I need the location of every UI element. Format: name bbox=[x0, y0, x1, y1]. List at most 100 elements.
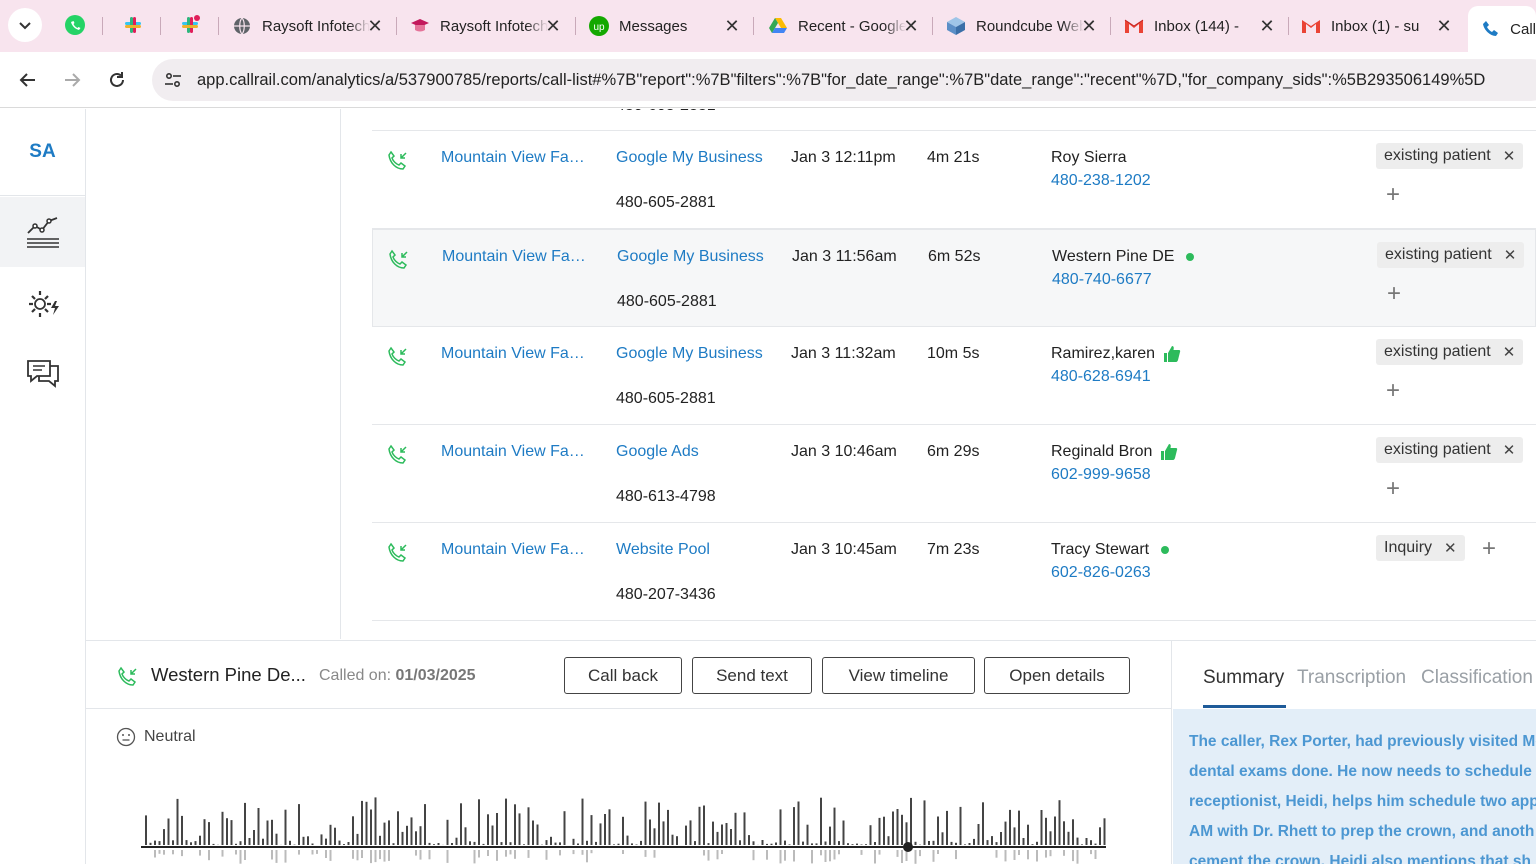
tag-chip: existing patient ✕ bbox=[1377, 242, 1525, 268]
close-icon[interactable]: ✕ bbox=[544, 16, 562, 37]
tab-search-button[interactable] bbox=[8, 8, 42, 42]
called-on-date: 01/03/2025 bbox=[395, 667, 476, 684]
source-link[interactable]: Google Ads bbox=[616, 443, 699, 461]
company-link[interactable]: Mountain View Family Dental bbox=[441, 345, 591, 363]
site-info-icon[interactable] bbox=[161, 68, 185, 92]
source-link[interactable]: Google My Business bbox=[616, 149, 763, 167]
waveform-bar bbox=[1090, 840, 1092, 845]
back-button[interactable] bbox=[12, 64, 44, 96]
remove-tag-icon[interactable]: ✕ bbox=[1444, 539, 1457, 557]
tab-gmail-1[interactable]: Inbox (144) - ✕ bbox=[1124, 8, 1276, 44]
waveform-bar bbox=[424, 804, 426, 845]
account-initials[interactable]: SA bbox=[0, 141, 85, 163]
waveform-bar bbox=[478, 799, 480, 845]
add-tag-button[interactable]: + bbox=[1387, 282, 1401, 306]
waveform-bar bbox=[635, 844, 638, 845]
tab-title: Raysoft Infotech bbox=[440, 17, 548, 35]
waveform-bar bbox=[334, 827, 336, 845]
sidebar-item-analytics[interactable] bbox=[0, 197, 85, 267]
settings-icon bbox=[28, 291, 59, 317]
table-row[interactable]: Mountain View Family Dental Google Ads 4… bbox=[372, 425, 1536, 523]
add-tag-button[interactable]: + bbox=[1386, 183, 1400, 207]
address-bar[interactable]: app.callrail.com/analytics/a/537900785/r… bbox=[152, 59, 1536, 101]
tab-callrail-active[interactable]: Call bbox=[1468, 6, 1536, 52]
pinned-tab-slack-2[interactable] bbox=[174, 9, 206, 41]
waveform-bar bbox=[649, 819, 651, 845]
company-link[interactable]: Mountain View Family Dental bbox=[441, 149, 591, 167]
source-link[interactable]: Website Pool bbox=[616, 541, 710, 559]
tab-raysoft-1[interactable]: Raysoft Infotech ✕ bbox=[232, 8, 384, 44]
reload-button[interactable] bbox=[101, 64, 133, 96]
tab-messages[interactable]: up Messages ✕ bbox=[589, 8, 741, 44]
waveform-bar bbox=[1013, 827, 1016, 845]
caller-phone-link[interactable]: 480-628-6941 bbox=[1051, 368, 1151, 386]
company-link[interactable]: Mountain View Family Dental bbox=[441, 541, 591, 559]
view-timeline-button[interactable]: View timeline bbox=[822, 657, 975, 694]
caller-phone-link[interactable]: 480-740-6677 bbox=[1052, 271, 1152, 289]
waveform-bar bbox=[167, 818, 170, 845]
remove-tag-icon[interactable]: ✕ bbox=[1503, 343, 1516, 361]
audio-waveform[interactable] bbox=[141, 779, 1121, 864]
sidebar-item-settings[interactable] bbox=[0, 269, 85, 339]
add-tag-button[interactable]: + bbox=[1386, 379, 1400, 403]
close-icon[interactable]: ✕ bbox=[1258, 16, 1276, 37]
waveform-bar bbox=[460, 803, 462, 845]
waveform-bar bbox=[275, 850, 278, 863]
table-row[interactable]: Mountain View Family Dental Google My Bu… bbox=[372, 131, 1536, 229]
close-icon[interactable]: ✕ bbox=[1080, 16, 1098, 37]
tab-raysoft-2[interactable]: Raysoft Infotech ✕ bbox=[410, 8, 562, 44]
waveform-bar bbox=[181, 815, 183, 845]
tab-gmail-2[interactable]: Inbox (1) - su ✕ bbox=[1301, 8, 1453, 44]
forward-button[interactable] bbox=[56, 64, 88, 96]
slack-icon bbox=[125, 17, 141, 33]
waveform-bar bbox=[1076, 850, 1079, 864]
table-row[interactable]: Mountain View Family Dental Google My Bu… bbox=[372, 327, 1536, 425]
waveform-bar bbox=[887, 836, 890, 845]
company-link[interactable]: Mountain View Family Dental bbox=[441, 443, 591, 461]
caller-phone-link[interactable]: 602-999-9658 bbox=[1051, 466, 1151, 484]
add-tag-button[interactable]: + bbox=[1386, 477, 1400, 501]
inbound-call-icon bbox=[386, 149, 410, 173]
close-icon[interactable]: ✕ bbox=[723, 16, 741, 37]
waveform-bar bbox=[464, 827, 467, 845]
remove-tag-icon[interactable]: ✕ bbox=[1503, 147, 1516, 165]
close-icon[interactable]: ✕ bbox=[902, 16, 920, 37]
pinned-tab-whatsapp[interactable] bbox=[59, 9, 91, 41]
close-icon[interactable]: ✕ bbox=[1435, 16, 1453, 37]
pinned-tab-slack-1[interactable] bbox=[117, 9, 149, 41]
tab-summary[interactable]: Summary bbox=[1203, 667, 1284, 689]
add-tag-button[interactable]: + bbox=[1482, 537, 1496, 561]
company-link[interactable]: Mountain View Family Dental bbox=[442, 248, 592, 266]
call-detail-panel: Western Pine De... Called on: 01/03/2025… bbox=[86, 640, 1536, 864]
waveform-bar bbox=[158, 850, 161, 854]
open-details-button[interactable]: Open details bbox=[984, 657, 1130, 694]
send-text-button[interactable]: Send text bbox=[692, 657, 812, 694]
source-link[interactable]: Google My Business bbox=[616, 345, 763, 363]
waveform-bar bbox=[766, 850, 768, 860]
waveform-bar bbox=[163, 850, 165, 855]
tab-classification[interactable]: Classification bbox=[1421, 667, 1533, 689]
caller-phone-link[interactable]: 480-238-1202 bbox=[1051, 172, 1151, 190]
waveform-bar bbox=[208, 822, 210, 845]
table-row[interactable]: 480-605-2881 bbox=[372, 109, 1536, 131]
waveform-bar bbox=[266, 820, 269, 845]
remove-tag-icon[interactable]: ✕ bbox=[1503, 441, 1516, 459]
waveform-bar bbox=[896, 850, 899, 857]
tab-roundcube[interactable]: Roundcube Webmail ✕ bbox=[946, 8, 1098, 44]
call-back-button[interactable]: Call back bbox=[564, 657, 682, 694]
close-icon[interactable]: ✕ bbox=[366, 16, 384, 37]
table-row[interactable]: Mountain View Family Dental Website Pool… bbox=[372, 523, 1536, 621]
waveform-bar bbox=[329, 850, 332, 861]
url-text[interactable]: app.callrail.com/analytics/a/537900785/r… bbox=[197, 71, 1485, 90]
sidebar-item-conversations[interactable] bbox=[0, 338, 85, 408]
remove-tag-icon[interactable]: ✕ bbox=[1504, 246, 1517, 264]
call-duration: 7m 23s bbox=[927, 541, 980, 558]
waveform-bar bbox=[788, 844, 791, 845]
waveform-bar bbox=[932, 850, 935, 862]
tab-transcription[interactable]: Transcription bbox=[1297, 667, 1406, 689]
waveform-bar bbox=[473, 841, 476, 845]
source-link[interactable]: Google My Business bbox=[617, 248, 764, 266]
table-row-selected[interactable]: Mountain View Family Dental Google My Bu… bbox=[372, 229, 1536, 327]
caller-phone-link[interactable]: 602-826-0263 bbox=[1051, 564, 1151, 582]
tab-google-drive[interactable]: Recent - Google Drive ✕ bbox=[768, 8, 920, 44]
